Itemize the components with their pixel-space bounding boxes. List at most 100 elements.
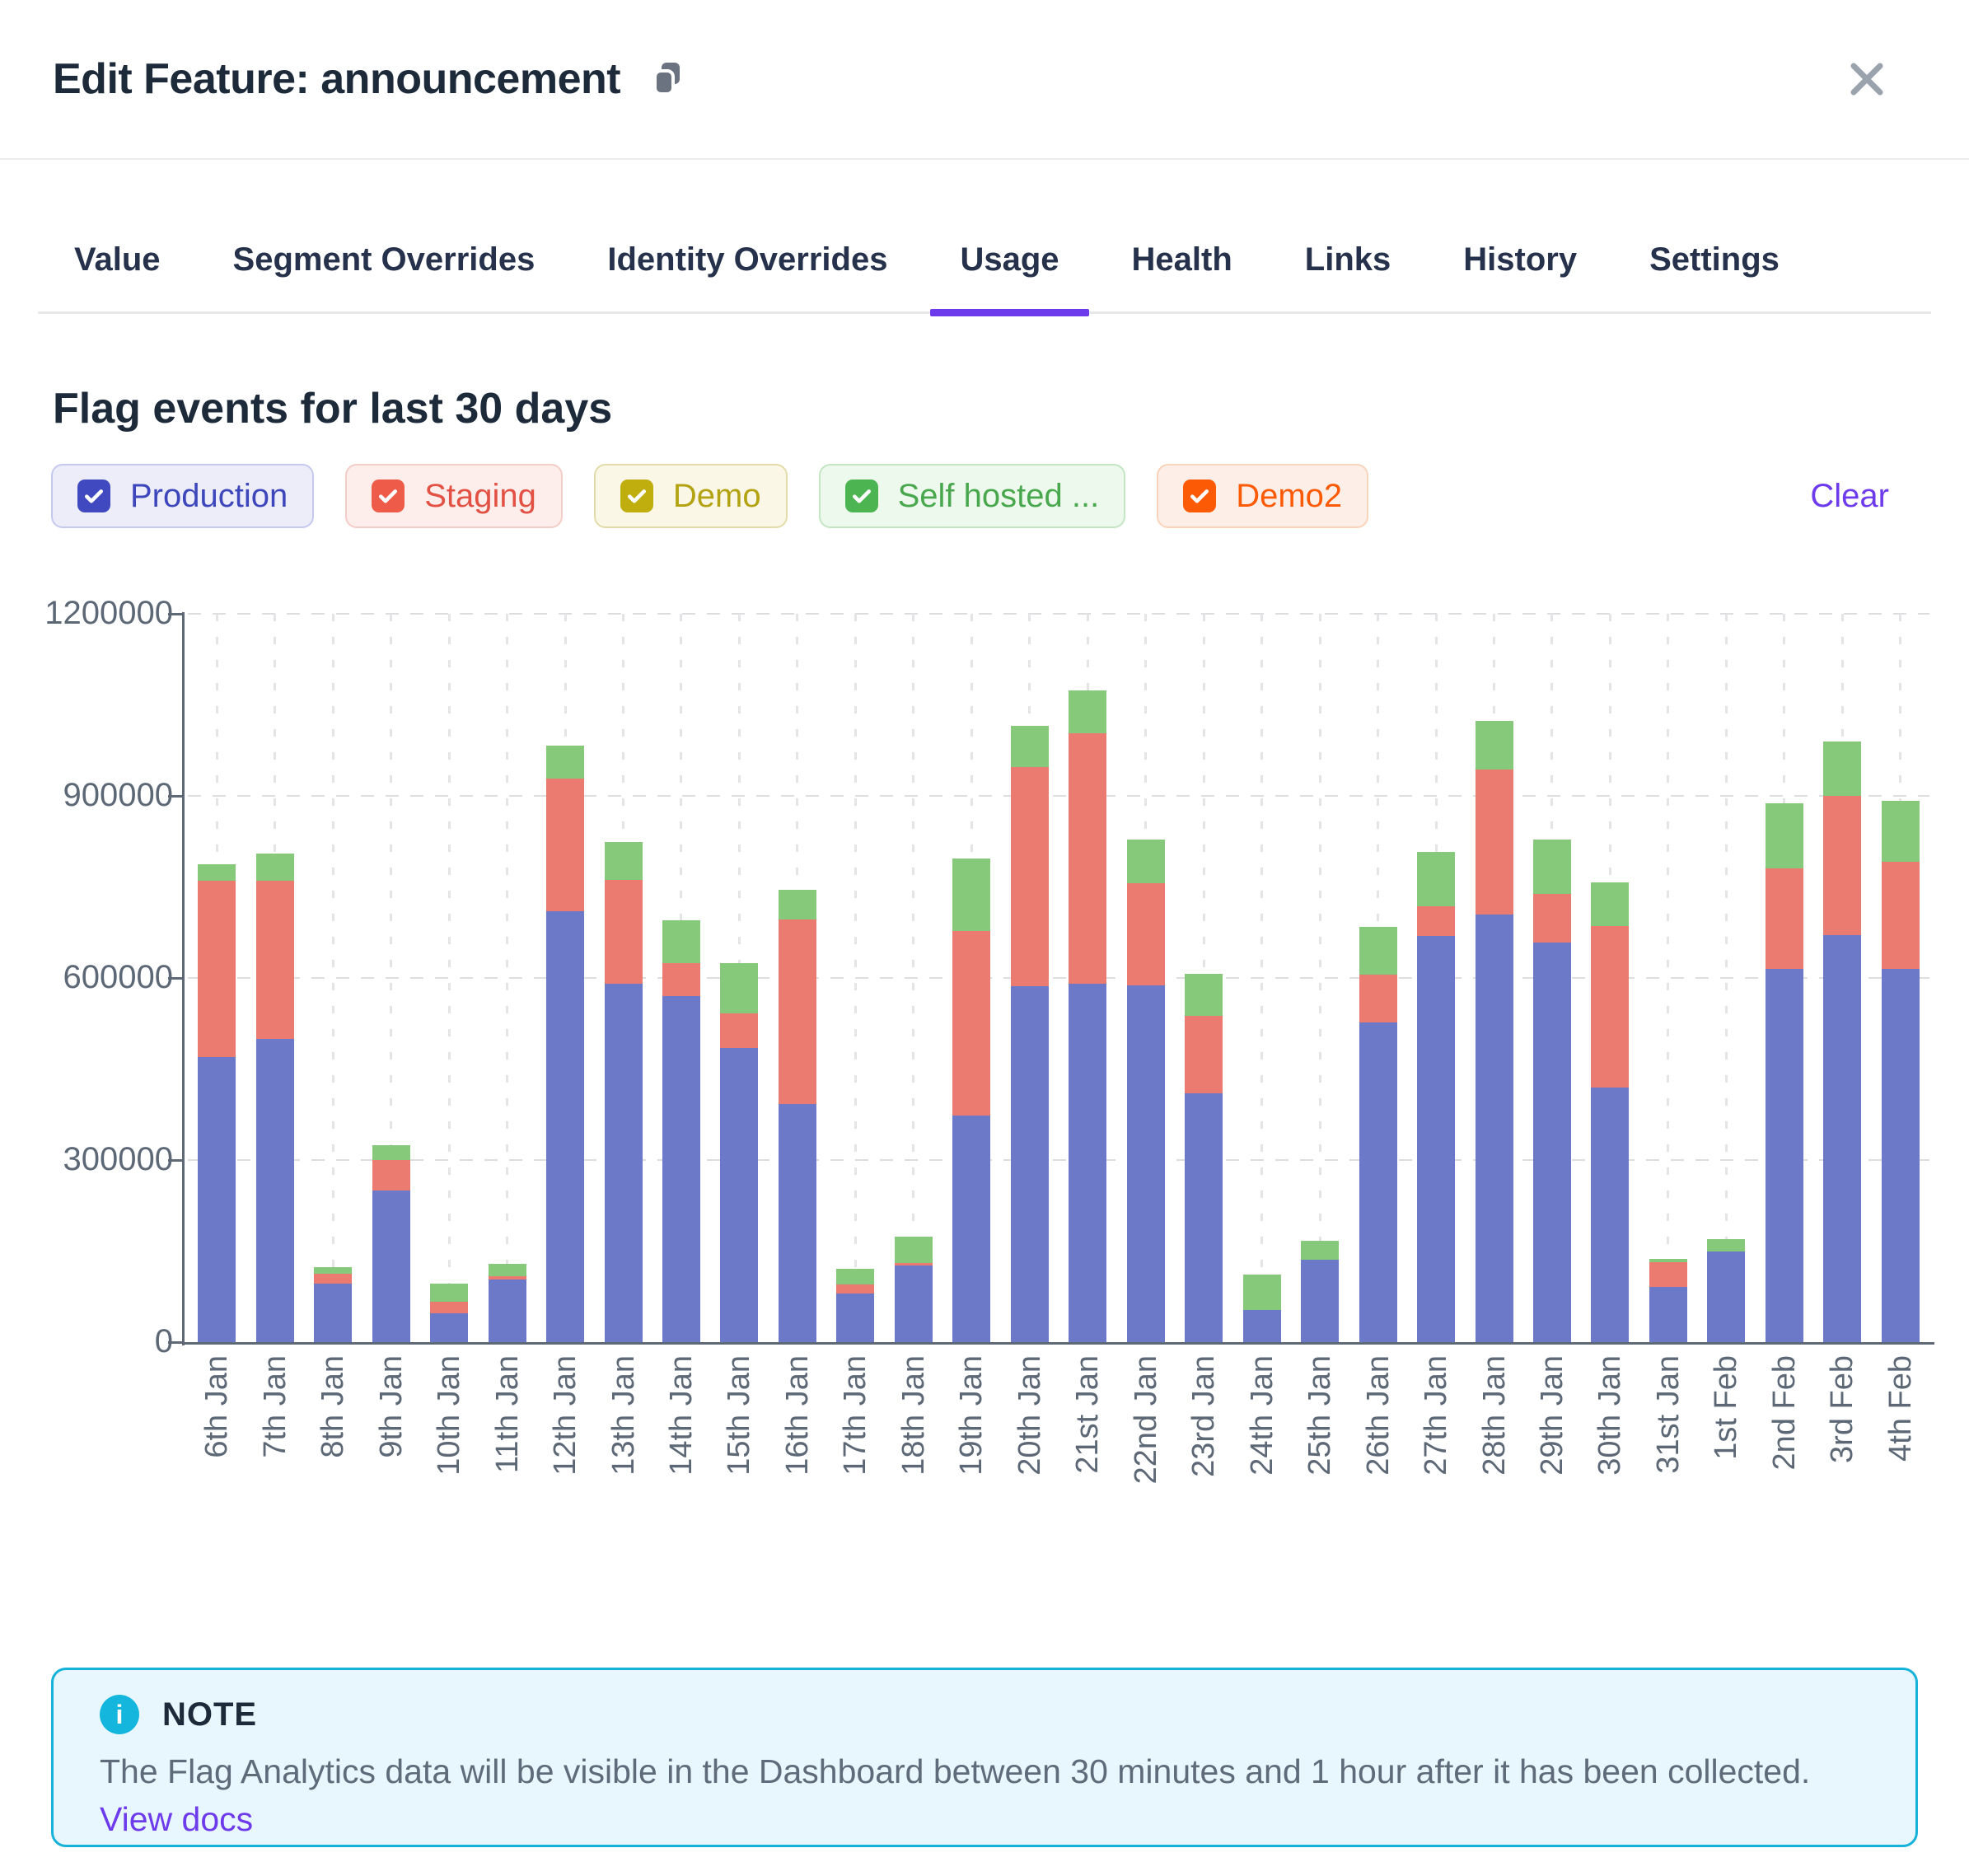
chart-bar (546, 746, 584, 1342)
chart-bar (662, 920, 700, 1342)
x-tick-label: 14th Jan (663, 1355, 699, 1476)
env-filter-staging[interactable]: Staging (345, 464, 563, 528)
env-filter-production[interactable]: Production (51, 464, 314, 528)
bar-segment-staging (662, 963, 700, 997)
v-gridline (680, 614, 682, 1342)
h-gridline (188, 1159, 1929, 1161)
bar-segment-production (1243, 1310, 1281, 1342)
tab-usage[interactable]: Usage (924, 208, 1095, 311)
bar-segment-production (1766, 969, 1803, 1342)
bar-segment-production (1301, 1260, 1339, 1342)
h-gridline (188, 613, 1929, 615)
close-icon[interactable] (1844, 56, 1890, 102)
y-tick-label: 300000 (25, 1141, 173, 1178)
environment-filter-row: Production Staging Demo Self hosted ... Demo… (51, 464, 1889, 528)
checkbox-checked-icon[interactable] (845, 480, 878, 512)
chart-bar (1591, 882, 1629, 1342)
v-gridline (1667, 614, 1669, 1342)
tab-health[interactable]: Health (1096, 208, 1269, 311)
chart-bar (256, 854, 294, 1342)
bar-segment-self-hosted (1417, 852, 1455, 906)
bar-segment-production (1359, 1022, 1397, 1342)
x-tick-label: 29th Jan (1534, 1355, 1570, 1476)
v-gridline (970, 614, 973, 1342)
y-tick-label: 900000 (25, 777, 173, 814)
tab-settings[interactable]: Settings (1613, 208, 1816, 311)
bar-segment-staging (256, 881, 294, 1039)
tab-identity-overrides[interactable]: Identity Overrides (571, 208, 924, 311)
chart-bar (1707, 1239, 1745, 1342)
bar-segment-self-hosted (546, 746, 584, 779)
x-tick-label: 8th Jan (315, 1355, 351, 1458)
x-tick-label: 11th Jan (489, 1355, 526, 1473)
env-filter-label: Self hosted ... (898, 478, 1100, 515)
v-gridline (1435, 614, 1438, 1342)
tab-segment-overrides[interactable]: Segment Overrides (197, 208, 572, 311)
x-tick-label: 28th Jan (1476, 1355, 1513, 1476)
bar-segment-production (1476, 915, 1513, 1342)
bar-segment-self-hosted (779, 890, 816, 919)
bar-segment-staging (1823, 796, 1861, 935)
x-tick-label: 24th Jan (1244, 1355, 1280, 1476)
bar-segment-production (1011, 986, 1049, 1342)
chart-bar (1533, 840, 1571, 1342)
bar-segment-self-hosted (430, 1284, 468, 1302)
checkbox-checked-icon[interactable] (372, 480, 405, 512)
modal-header: Edit Feature: announcement (0, 0, 1969, 160)
bar-segment-staging (1591, 926, 1629, 1088)
env-filter-demo2[interactable]: Demo2 (1157, 464, 1368, 528)
checkbox-checked-icon[interactable] (77, 480, 110, 512)
x-tick-label: 13th Jan (606, 1355, 642, 1476)
copy-icon[interactable] (650, 59, 686, 99)
x-tick-label: 6th Jan (199, 1355, 235, 1458)
tab-history[interactable]: History (1427, 208, 1613, 311)
bar-segment-self-hosted (489, 1264, 526, 1276)
v-gridline (1144, 614, 1147, 1342)
x-tick-label: 22nd Jan (1128, 1355, 1164, 1484)
bar-segment-self-hosted (1359, 927, 1397, 975)
chart-bar (895, 1237, 933, 1342)
bar-segment-production (1533, 943, 1571, 1342)
v-gridline (622, 614, 624, 1342)
usage-heading: Flag events for last 30 days (53, 384, 612, 433)
bar-segment-self-hosted (372, 1145, 410, 1160)
v-gridline (1319, 614, 1321, 1342)
view-docs-link[interactable]: View docs (100, 1800, 253, 1838)
bar-segment-staging (314, 1274, 352, 1284)
bar-segment-staging (836, 1284, 874, 1294)
bar-segment-staging (1533, 894, 1571, 943)
bar-segment-production (489, 1280, 526, 1342)
env-filter-demo[interactable]: Demo (594, 464, 788, 528)
chart-bar (489, 1264, 526, 1342)
bar-segment-self-hosted (836, 1269, 874, 1284)
bar-segment-production (372, 1191, 410, 1342)
bar-segment-self-hosted (1707, 1239, 1745, 1251)
chart-bar (1359, 927, 1397, 1342)
y-axis-tick (168, 977, 183, 980)
tab-links[interactable]: Links (1269, 208, 1427, 311)
checkbox-checked-icon[interactable] (1183, 480, 1216, 512)
bar-segment-production (1591, 1088, 1629, 1342)
checkbox-checked-icon[interactable] (620, 480, 653, 512)
bar-segment-staging (546, 779, 584, 911)
bar-segment-staging (1069, 733, 1106, 984)
v-gridline (854, 614, 857, 1342)
tab-value[interactable]: Value (38, 208, 197, 311)
x-tick-label: 15th Jan (721, 1355, 757, 1476)
chart-bar (1882, 801, 1920, 1342)
clear-filters-link[interactable]: Clear (1810, 478, 1889, 515)
bar-segment-production (256, 1039, 294, 1342)
env-filter-self-hosted[interactable]: Self hosted ... (819, 464, 1126, 528)
bar-segment-production (662, 996, 700, 1342)
bar-segment-production (895, 1265, 933, 1342)
bar-segment-self-hosted (1649, 1259, 1687, 1262)
note-panel: i NOTE The Flag Analytics data will be v… (51, 1668, 1918, 1847)
tab-bar: ValueSegment OverridesIdentity Overrides… (38, 208, 1931, 314)
x-tick-label: 9th Jan (373, 1355, 409, 1458)
v-gridline (1377, 614, 1379, 1342)
bar-segment-production (720, 1048, 758, 1342)
note-text: The Flag Analytics data will be visible … (100, 1752, 1810, 1790)
v-gridline (1609, 614, 1611, 1342)
bar-segment-production (430, 1313, 468, 1342)
x-tick-label: 4th Feb (1882, 1355, 1919, 1462)
